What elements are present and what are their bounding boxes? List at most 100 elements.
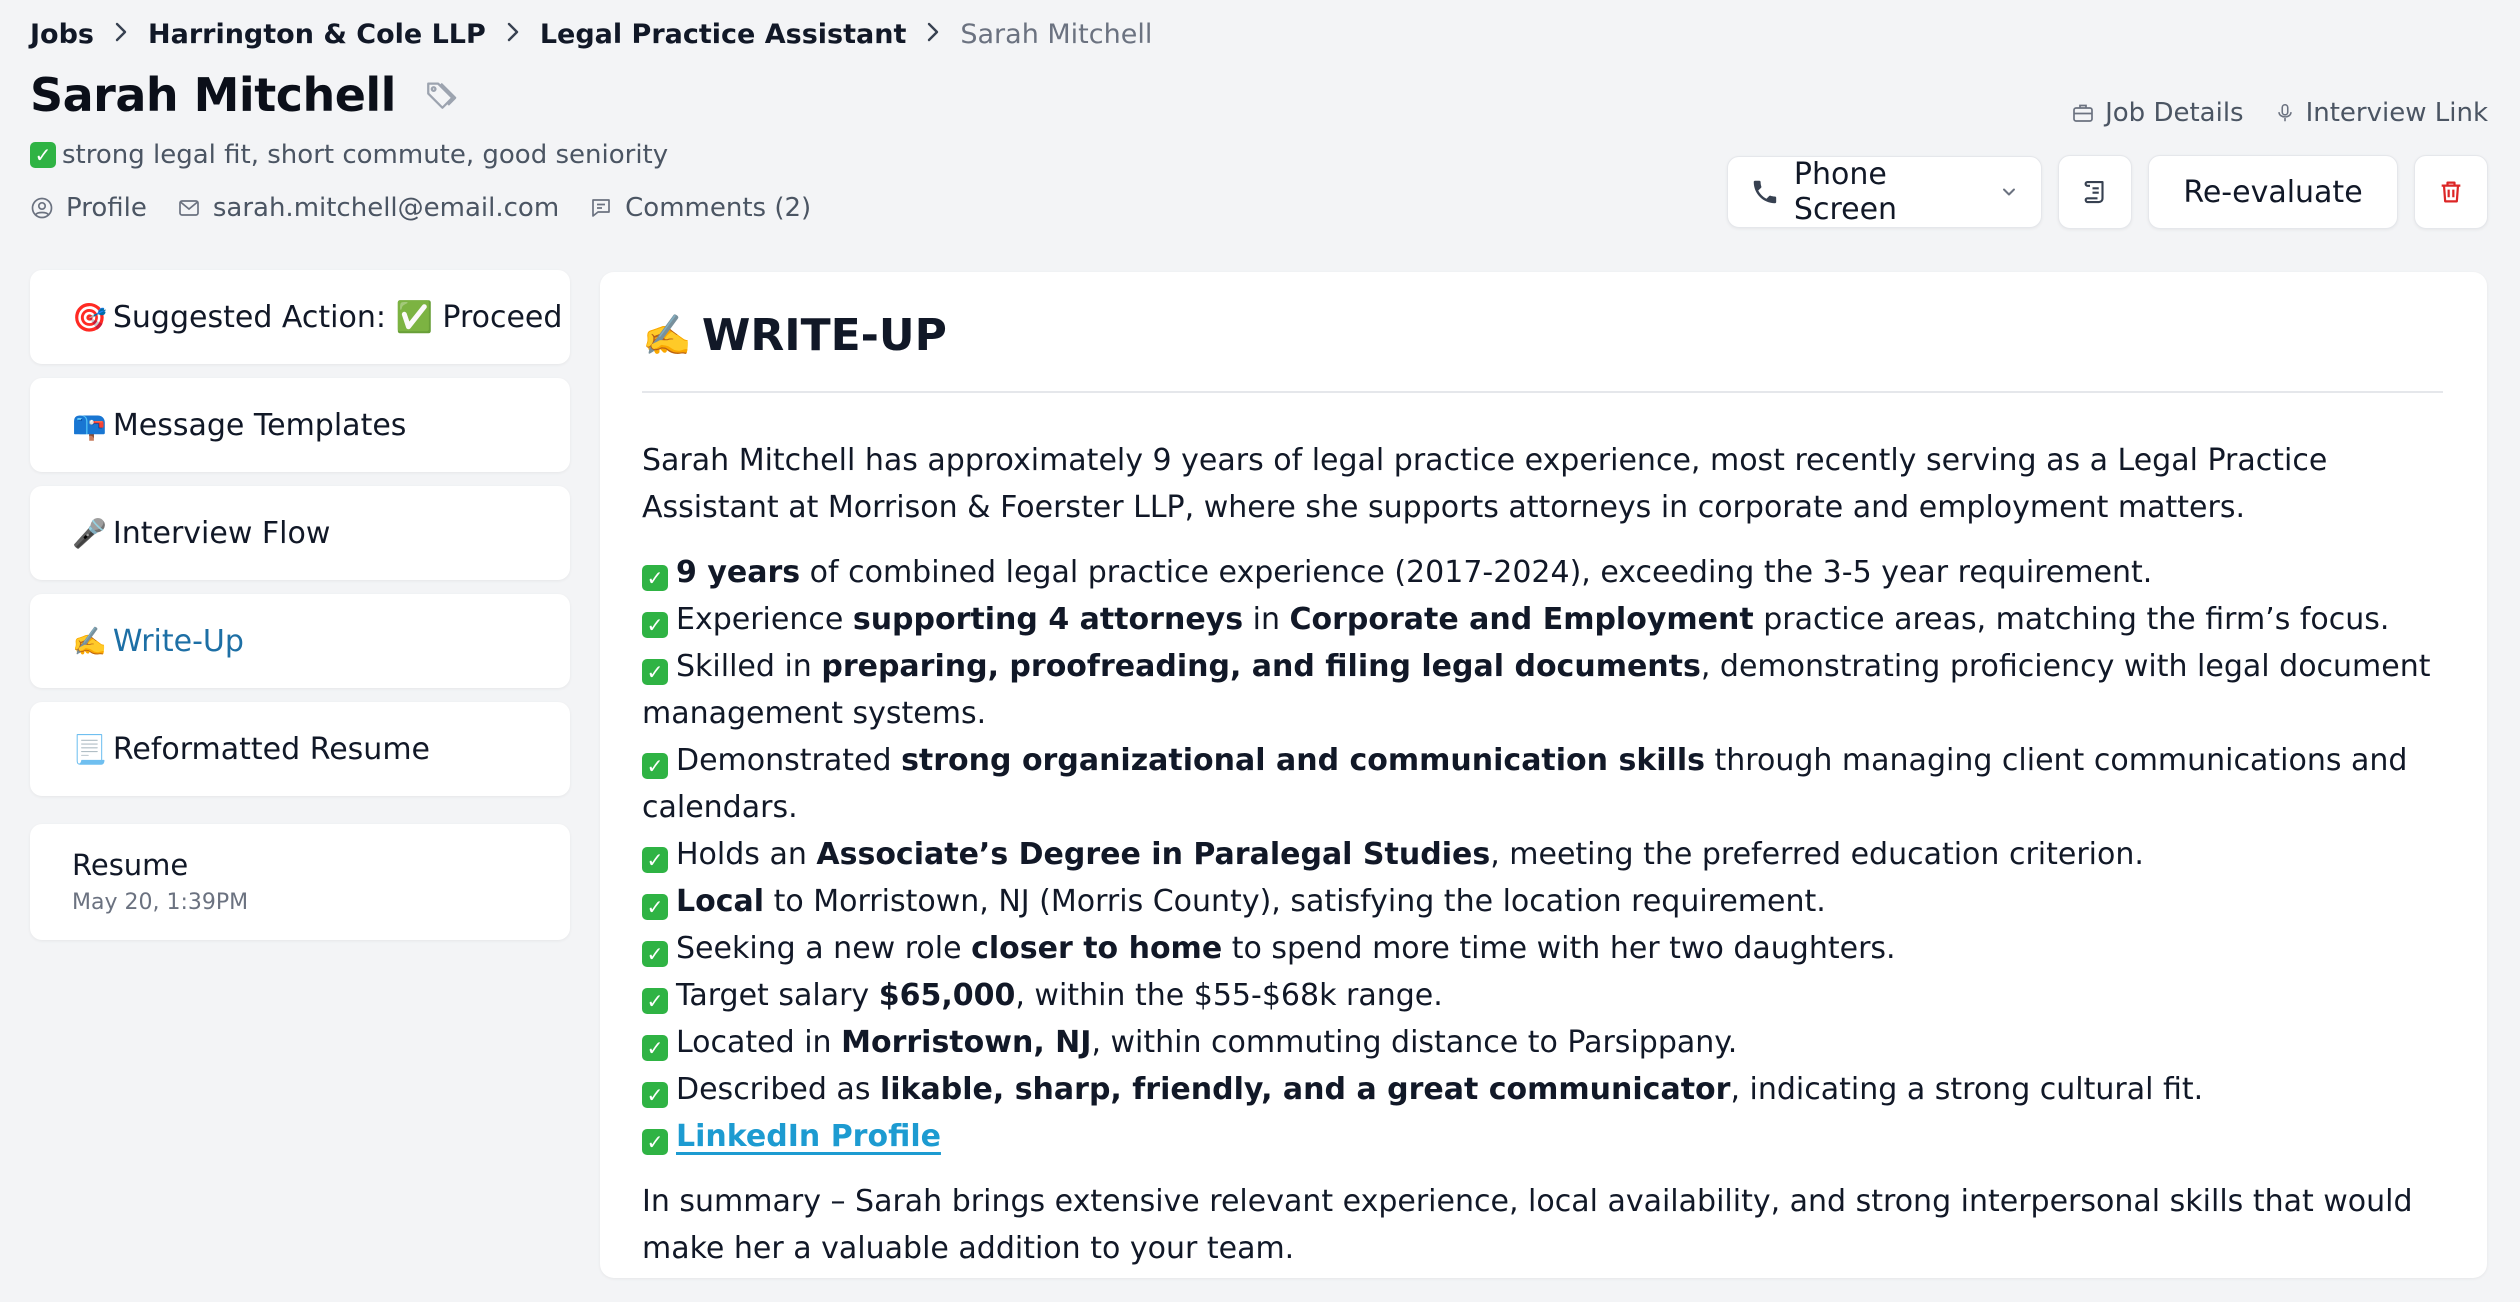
list-item: ✓ Target salary $65,000, within the $55-$…: [642, 972, 2443, 1019]
writing-hand-icon: ✍️: [642, 313, 692, 359]
list-item: ✓ Demonstrated strong organizational and …: [642, 737, 2443, 831]
job-details-link[interactable]: Job Details: [2071, 98, 2244, 128]
chevron-right-icon: [918, 21, 948, 49]
bullet-strong: closer to home: [971, 931, 1223, 966]
phone-icon: [1753, 180, 1777, 204]
bullet-strong: Morristown, NJ: [841, 1025, 1092, 1060]
bullet-text: Seeking a new role: [676, 931, 972, 966]
tag-icon[interactable]: [424, 78, 458, 112]
bullet-text: to spend more time with her two daughter…: [1222, 931, 1896, 966]
interview-link[interactable]: Interview Link: [2274, 98, 2488, 128]
sidebar-item-label: Message Templates: [112, 407, 407, 443]
bullet-text: to Morristown, NJ (Morris County), satis…: [764, 884, 1826, 919]
bullet-text: , meeting the preferred education criter…: [1490, 837, 2144, 872]
check-icon: ✓: [642, 612, 668, 638]
writeup-summary: In summary – Sarah brings extensive rele…: [642, 1184, 2413, 1266]
scroll-icon: [2084, 180, 2104, 204]
action-bar: Phone Screen Re-evaluate: [1727, 155, 2488, 229]
scroll-document-button[interactable]: [2058, 155, 2132, 229]
check-icon: ✓: [642, 659, 668, 685]
user-circle-icon: [31, 197, 53, 219]
interview-link-label: Interview Link: [2305, 98, 2488, 128]
sidebar-item-reformatted-resume[interactable]: 📃 Reformatted Resume: [30, 702, 570, 796]
sidebar-item-message-templates[interactable]: 📪 Message Templates: [30, 378, 570, 472]
profile-link[interactable]: Profile: [30, 193, 147, 223]
sidebar: 🎯 Suggested Action: ✅ Proceed 📪 Message …: [30, 270, 570, 940]
tagline-text: strong legal fit, short commute, good se…: [62, 140, 669, 170]
reevaluate-button[interactable]: Re-evaluate: [2148, 155, 2398, 229]
list-item: ✓ Described as likable, sharp, friendly, …: [642, 1066, 2443, 1113]
bullet-strong: supporting 4 attorneys: [852, 602, 1244, 637]
breadcrumb-job[interactable]: Legal Practice Assistant: [540, 19, 907, 50]
check-icon: ✓: [642, 565, 668, 591]
breadcrumb-company[interactable]: Harrington & Cole LLP: [148, 19, 486, 50]
sidebar-item-write-up[interactable]: ✍️ Write-Up: [30, 594, 570, 688]
target-icon: 🎯: [72, 300, 107, 334]
check-icon: ✓: [642, 753, 668, 779]
microphone-icon: 🎤: [72, 516, 107, 550]
candidate-tagline: ✓ strong legal fit, short commute, good …: [30, 140, 668, 170]
bullet-text: , indicating a strong cultural fit.: [1730, 1072, 2204, 1107]
page-title: Sarah Mitchell: [30, 68, 396, 122]
sidebar-item-label: Suggested Action: ✅ Proceed: [112, 299, 563, 335]
bullet-text: in: [1243, 602, 1290, 637]
bullet-strong: Local: [676, 884, 765, 919]
reevaluate-label: Re-evaluate: [2183, 174, 2363, 210]
bullet-text: , within the $55-$68k range.: [1015, 978, 1443, 1013]
writeup-heading: ✍️ WRITE-UP: [642, 310, 2443, 361]
breadcrumb-jobs[interactable]: Jobs: [30, 19, 94, 50]
linkedin-profile-link[interactable]: LinkedIn Profile: [676, 1119, 941, 1154]
check-icon: ✓: [642, 1082, 668, 1108]
bullet-strong: Associate’s Degree in Paralegal Studies: [816, 837, 1491, 872]
bullet-text: , within commuting distance to Parsippan…: [1091, 1025, 1738, 1060]
candidate-page: Jobs Harrington & Cole LLP Legal Practic…: [0, 0, 2520, 1302]
profile-label: Profile: [66, 193, 147, 223]
bullet-text: Experience: [676, 602, 853, 637]
stage-dropdown[interactable]: Phone Screen: [1727, 156, 2042, 228]
bullet-text: Located in: [676, 1025, 842, 1060]
candidate-meta: Profile sarah.mitchell@email.com Comment…: [30, 193, 841, 223]
check-icon: ✓: [642, 1035, 668, 1061]
bullet-strong: preparing, proofreading, and filing lega…: [821, 649, 1701, 684]
trash-icon: [2441, 181, 2461, 203]
check-icon: ✓: [642, 941, 668, 967]
list-item: ✓ LinkedIn Profile: [642, 1113, 2443, 1160]
sidebar-item-interview-flow[interactable]: 🎤 Interview Flow: [30, 486, 570, 580]
email-text: sarah.mitchell@email.com: [212, 193, 560, 223]
page-icon: 📃: [72, 732, 107, 766]
comments-link[interactable]: Comments (2): [589, 193, 811, 223]
list-item: ✓ Skilled in preparing, proofreading, and…: [642, 643, 2443, 737]
list-item: ✓ Local to Morristown, NJ (Morris County)…: [642, 878, 2443, 925]
check-icon: ✓: [642, 894, 668, 920]
check-icon: ✓: [642, 988, 668, 1014]
list-item: ✓ Seeking a new role closer to home to sp…: [642, 925, 2443, 972]
title-row: Sarah Mitchell: [30, 68, 458, 122]
resume-card[interactable]: Resume May 20, 1:39PM: [30, 824, 570, 940]
bullet-text: Described as: [676, 1072, 880, 1107]
chevron-right-icon: [106, 21, 136, 49]
delete-button[interactable]: [2414, 155, 2488, 229]
list-item: ✓ 9 years of combined legal practice expe…: [642, 549, 2443, 596]
bullet-strong: $65,000: [878, 978, 1016, 1013]
mail-icon: [178, 200, 199, 216]
resume-title: Resume: [72, 848, 189, 882]
email-link[interactable]: sarah.mitchell@email.com: [177, 193, 559, 223]
bullet-text: Skilled in: [676, 649, 822, 684]
writeup-intro: Sarah Mitchell has approximately 9 years…: [642, 443, 2328, 525]
writeup-bullets: ✓ 9 years of combined legal practice expe…: [642, 549, 2443, 1160]
sidebar-item-suggested-action[interactable]: 🎯 Suggested Action: ✅ Proceed: [30, 270, 570, 364]
bullet-strong: likable, sharp, friendly, and a great co…: [879, 1072, 1731, 1107]
list-item: ✓ Located in Morristown, NJ, within commu…: [642, 1019, 2443, 1066]
writeup-heading-text: WRITE-UP: [701, 310, 947, 361]
check-icon: ✓: [642, 847, 668, 873]
divider: [642, 391, 2443, 393]
writeup-panel: ✍️ WRITE-UP Sarah Mitchell has approxima…: [600, 272, 2487, 1278]
check-icon: ✓: [642, 1129, 668, 1155]
check-icon: ✓: [30, 142, 56, 168]
stage-label: Phone Screen: [1793, 157, 1898, 227]
comment-icon: [592, 199, 611, 217]
breadcrumb-current: Sarah Mitchell: [960, 19, 1153, 50]
sidebar-item-label: Write-Up: [112, 623, 244, 659]
chevron-right-icon: [498, 21, 528, 49]
mailbox-icon: 📪: [72, 408, 107, 442]
